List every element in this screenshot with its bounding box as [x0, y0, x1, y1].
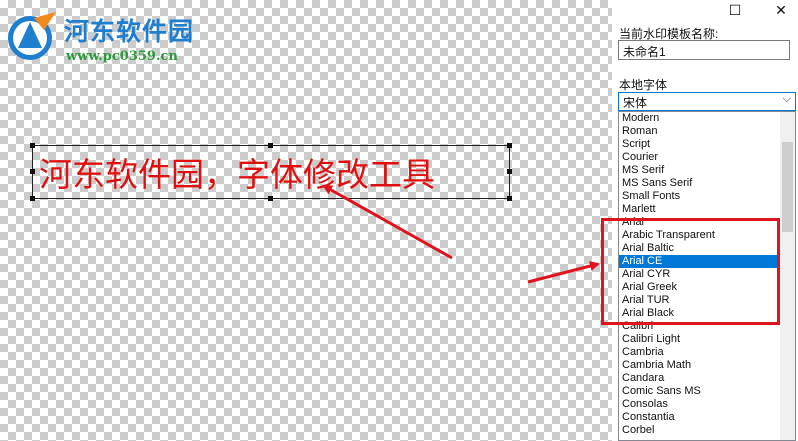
font-list-item[interactable]: Calibri Light — [619, 333, 777, 346]
font-list-scrollbar[interactable] — [780, 112, 795, 440]
resize-handle-middle-left[interactable] — [30, 169, 35, 174]
font-list-item[interactable]: Cambria Math — [619, 359, 777, 372]
font-list-item[interactable]: Candara — [619, 372, 777, 385]
chevron-down-icon[interactable]: ⌵ — [783, 93, 791, 106]
watermark-text[interactable]: 河东软件园，字体修改工具 — [39, 148, 435, 196]
font-select-value: 宋体 — [623, 96, 648, 110]
resize-handle-bottom-right[interactable] — [507, 196, 512, 201]
watermark-site-name: 河东软件园 — [64, 17, 195, 46]
font-list-item[interactable]: Consolas — [619, 398, 777, 411]
watermark-site-url: www.pc0359.cn — [66, 49, 178, 64]
font-list-item[interactable]: Corbel — [619, 424, 777, 437]
resize-handle-bottom-center[interactable] — [268, 196, 273, 201]
font-list-item[interactable]: MS Serif — [619, 164, 777, 177]
font-list-item[interactable]: Comic Sans MS — [619, 385, 777, 398]
font-list-item[interactable]: Marlett — [619, 203, 777, 216]
font-list-item[interactable]: Constantia — [619, 411, 777, 424]
highlight-box — [601, 218, 780, 325]
local-font-label: 本地字体 — [619, 78, 668, 92]
font-list-item[interactable]: Courier — [619, 151, 777, 164]
font-list-item[interactable]: Small Fonts — [619, 190, 777, 203]
close-button[interactable]: ✕ — [758, 0, 798, 20]
template-name-input[interactable]: 未命名1 — [618, 40, 790, 60]
font-list-item[interactable]: Cambria — [619, 346, 777, 359]
font-select[interactable]: 宋体 ⌵ — [618, 92, 796, 111]
font-list-item[interactable]: Script — [619, 138, 777, 151]
resize-handle-top-center[interactable] — [268, 143, 273, 148]
resize-handle-top-right[interactable] — [507, 143, 512, 148]
resize-handle-middle-right[interactable] — [507, 169, 512, 174]
font-list-item[interactable]: MS Sans Serif — [619, 177, 777, 190]
site-logo-icon — [8, 12, 56, 60]
font-list-item[interactable]: Modern — [619, 112, 777, 125]
scrollbar-thumb[interactable] — [782, 142, 793, 232]
watermark-canvas[interactable]: 河东软件园 www.pc0359.cn 河东软件园，字体修改工具 — [0, 0, 612, 441]
resize-handle-top-left[interactable] — [30, 143, 35, 148]
watermark-text-box[interactable]: 河东软件园，字体修改工具 — [30, 143, 512, 201]
maximize-button[interactable]: ☐ — [712, 0, 758, 20]
font-list-item[interactable]: Roman — [619, 125, 777, 138]
resize-handle-bottom-left[interactable] — [30, 196, 35, 201]
